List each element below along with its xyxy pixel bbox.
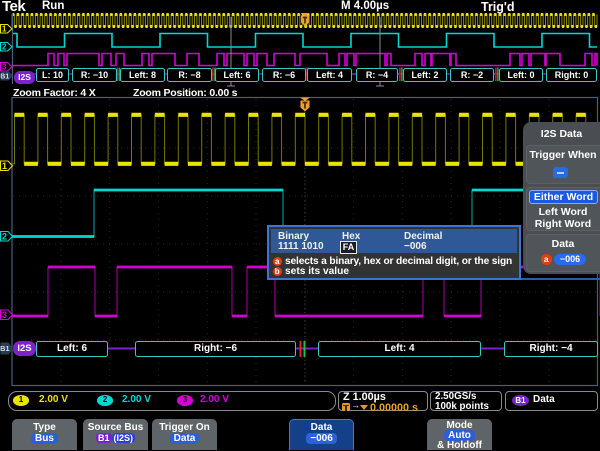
- svg-text:3: 3: [2, 63, 7, 72]
- svg-text:B1: B1: [0, 73, 9, 80]
- svg-text:1: 1: [2, 161, 7, 171]
- svg-text:B1: B1: [0, 344, 10, 353]
- svg-text:2: 2: [2, 43, 7, 52]
- svg-text:3: 3: [2, 310, 7, 320]
- svg-text:1: 1: [2, 25, 7, 34]
- svg-text:2: 2: [2, 231, 7, 241]
